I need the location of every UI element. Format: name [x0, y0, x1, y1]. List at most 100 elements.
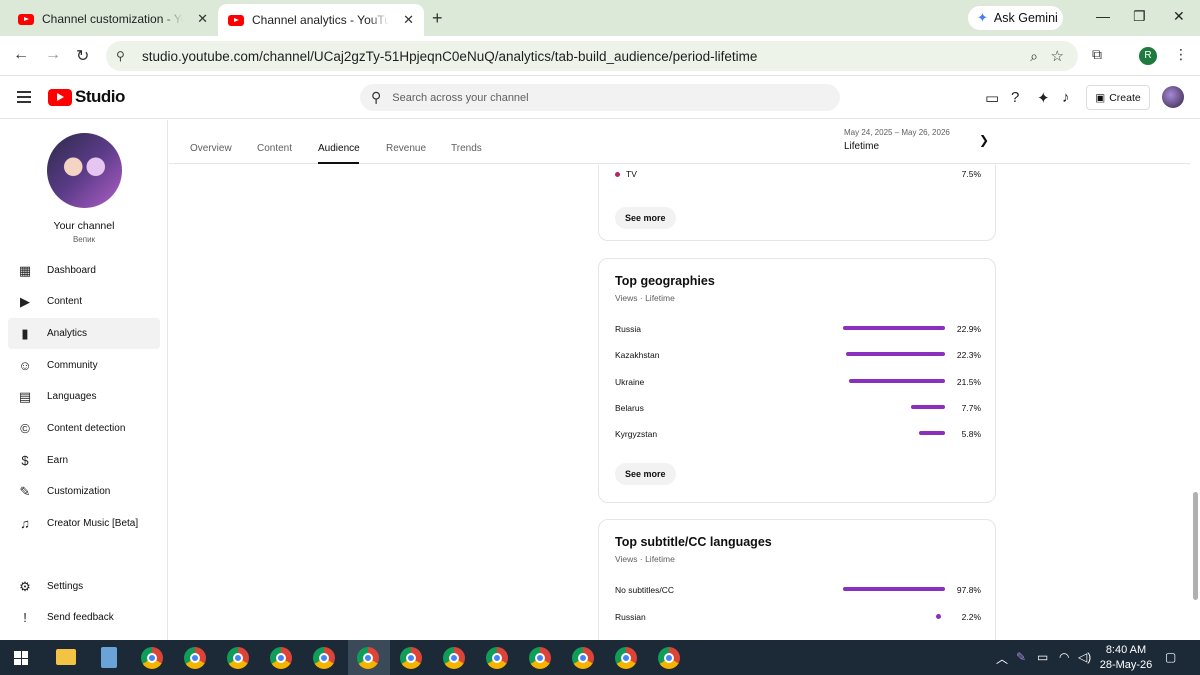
- profile-avatar[interactable]: R: [1139, 47, 1157, 65]
- scrollbar-thumb[interactable]: [1193, 492, 1198, 600]
- data-row: Kyrgyzstan 5.8%: [615, 427, 981, 441]
- chrome-taskbar-icon[interactable]: [400, 647, 422, 669]
- search-icon: ⚲: [371, 89, 382, 105]
- chrome-taskbar-icon[interactable]: [486, 647, 508, 669]
- volume-icon[interactable]: ◁): [1078, 650, 1091, 664]
- tab-trends[interactable]: Trends: [451, 143, 482, 154]
- studio-logo[interactable]: Studio: [48, 87, 125, 107]
- camera-plus-icon: ▣: [1095, 91, 1106, 104]
- ask-gemini-button[interactable]: ✦ Ask Gemini: [968, 6, 1063, 30]
- row-value: 2.2%: [961, 611, 981, 622]
- chrome-taskbar-icon[interactable]: [227, 647, 249, 669]
- url-text[interactable]: studio.youtube.com/channel/UCaj2gzTy-51H…: [142, 49, 757, 64]
- forward-icon[interactable]: →: [45, 46, 61, 64]
- show-hidden-icons-icon[interactable]: ︿: [996, 650, 1008, 667]
- notifications-icon[interactable]: ♪: [1062, 89, 1070, 106]
- clock[interactable]: 8:40 AM 28-May-26: [1098, 643, 1154, 673]
- minimize-window-icon[interactable]: —: [1096, 8, 1110, 24]
- menu-icon[interactable]: [17, 91, 31, 103]
- data-row: Russian 2.2%: [615, 610, 981, 624]
- see-more-button[interactable]: See more: [615, 207, 676, 229]
- pen-icon[interactable]: ✎: [1016, 650, 1026, 664]
- tab-content[interactable]: Content: [257, 143, 292, 154]
- chrome-taskbar-icon[interactable]: [443, 647, 465, 669]
- device-row-tv: TV 7.5%: [615, 167, 981, 181]
- search-input[interactable]: ⚲ Search across your channel: [360, 84, 840, 111]
- wifi-icon[interactable]: ◠: [1059, 650, 1069, 664]
- studio-logo-text: Studio: [75, 87, 125, 106]
- reload-icon[interactable]: ↻: [76, 46, 89, 66]
- chrome-taskbar-icon[interactable]: [572, 647, 594, 669]
- data-row: Belarus 7.7%: [615, 401, 981, 415]
- messages-icon[interactable]: ▭: [985, 89, 999, 107]
- active-tab-indicator: [318, 162, 359, 164]
- chrome-taskbar-icon[interactable]: [615, 647, 637, 669]
- chrome-taskbar-icon[interactable]: [357, 647, 379, 669]
- browser-tab-analytics[interactable]: Channel analytics - YouTube Studio ✕: [218, 4, 424, 36]
- chrome-menu-icon[interactable]: ⋮: [1174, 46, 1188, 63]
- share-bar: [843, 587, 945, 591]
- windows-start-icon[interactable]: [14, 651, 28, 665]
- close-tab-icon[interactable]: ✕: [403, 12, 414, 28]
- share-bar: [849, 378, 945, 383]
- share-bar: [919, 431, 945, 436]
- restore-window-icon[interactable]: ❐: [1133, 8, 1146, 25]
- site-settings-icon[interactable]: ⚲: [116, 49, 134, 63]
- tab-audience[interactable]: Audience: [318, 143, 360, 154]
- bookmark-star-icon[interactable]: ☆: [1051, 47, 1064, 65]
- chrome-taskbar-icon[interactable]: [313, 647, 335, 669]
- clock-time: 8:40 AM: [1105, 644, 1147, 656]
- new-tab-button[interactable]: +: [432, 8, 443, 29]
- tab-revenue[interactable]: Revenue: [386, 143, 426, 154]
- chrome-taskbar-icon[interactable]: [270, 647, 292, 669]
- reading-mode-icon[interactable]: ⧉: [1092, 46, 1102, 63]
- account-avatar[interactable]: [1162, 86, 1184, 108]
- card-title: Top geographies: [615, 274, 715, 288]
- sidebar-item-content-detection[interactable]: © Content detection: [8, 413, 160, 444]
- close-window-icon[interactable]: ✕: [1173, 8, 1185, 25]
- sidebar-item-settings[interactable]: ⚙ Settings: [8, 571, 160, 602]
- chrome-taskbar-icon[interactable]: [658, 647, 680, 669]
- studio-header: Studio ⚲ Search across your channel ▭ ? …: [0, 77, 1200, 119]
- battery-icon[interactable]: ▭: [1037, 650, 1048, 664]
- data-row: Kazakhstan 22.3%: [615, 348, 981, 362]
- browser-tab-strip: Channel customization - YouTube Studio ✕…: [0, 0, 1200, 36]
- browser-tab-customization[interactable]: Channel customization - YouTube Studio ✕: [8, 4, 218, 34]
- omnibox[interactable]: ⚲ studio.youtube.com/channel/UCaj2gzTy-5…: [106, 41, 1078, 71]
- gemini-sparkle-icon[interactable]: ✦: [1037, 89, 1050, 107]
- row-label: Ukraine: [615, 376, 645, 387]
- row-value: 22.9%: [956, 324, 981, 334]
- chrome-taskbar-icon[interactable]: [529, 647, 551, 669]
- chevron-down-icon[interactable]: ❯: [979, 133, 989, 147]
- channel-avatar[interactable]: [47, 133, 122, 208]
- zoom-icon[interactable]: ⌕: [1030, 48, 1038, 65]
- help-icon[interactable]: ?: [1011, 89, 1019, 106]
- file-explorer-icon[interactable]: [56, 649, 76, 665]
- sidebar-item-send-feedback[interactable]: ! Send feedback: [8, 602, 160, 633]
- page-scrollbar[interactable]: [1191, 120, 1200, 640]
- row-label: Russian: [615, 611, 646, 622]
- feedback-icon: !: [23, 610, 27, 625]
- sidebar-item-community[interactable]: ☺ Community: [8, 350, 160, 381]
- create-label: Create: [1109, 91, 1141, 104]
- calculator-icon[interactable]: [101, 647, 117, 668]
- sidebar-item-analytics[interactable]: ▮ Analytics: [8, 318, 160, 349]
- create-button[interactable]: ▣ Create: [1086, 85, 1150, 110]
- sidebar-item-dashboard[interactable]: ▦ Dashboard: [8, 255, 160, 286]
- sidebar-item-languages[interactable]: ▤ Languages: [8, 381, 160, 412]
- see-more-button[interactable]: See more: [615, 463, 676, 485]
- sidebar-item-content[interactable]: ▶ Content: [8, 286, 160, 317]
- back-icon[interactable]: ←: [13, 46, 29, 64]
- sidebar-item-earn[interactable]: $ Earn: [8, 445, 160, 476]
- notifications-center-icon[interactable]: ▢: [1165, 650, 1176, 664]
- chrome-taskbar-icon[interactable]: [141, 647, 163, 669]
- close-tab-icon[interactable]: ✕: [197, 11, 208, 27]
- sidebar-item-label: Dashboard: [47, 265, 96, 276]
- tab-overview[interactable]: Overview: [190, 143, 232, 154]
- sidebar-item-creator-music[interactable]: ♫ Creator Music [Beta]: [8, 508, 160, 539]
- sidebar-item-customization[interactable]: ✎ Customization: [8, 476, 160, 507]
- community-icon: ☺: [18, 358, 32, 373]
- row-label: TV: [626, 169, 637, 179]
- chrome-taskbar-icon[interactable]: [184, 647, 206, 669]
- sidebar-item-label: Send feedback: [47, 612, 114, 623]
